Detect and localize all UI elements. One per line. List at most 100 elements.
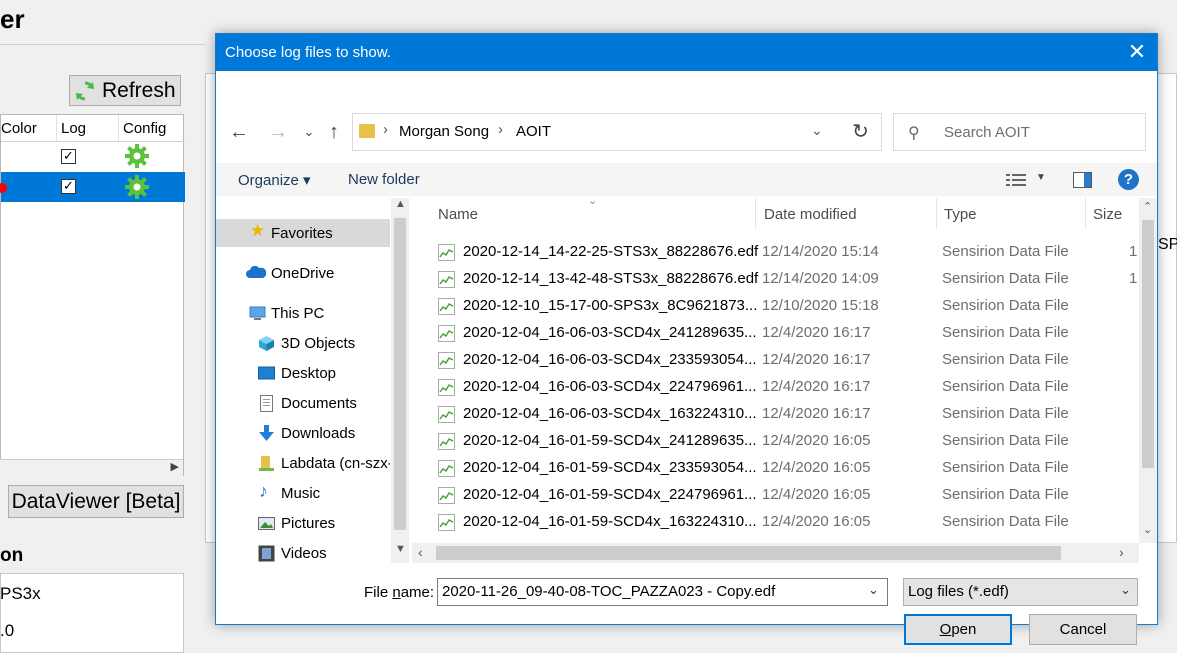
column-header-name[interactable]: Name xyxy=(438,206,478,223)
file-name: 2020-12-14_13-42-48-STS3x_88228676.edf xyxy=(463,270,759,287)
nav-item-onedrive[interactable]: OneDrive xyxy=(216,259,390,287)
scroll-right-icon[interactable]: ▶ xyxy=(171,460,179,473)
file-row[interactable]: 2020-12-04_16-06-03-SCD4x_224796961... 12… xyxy=(412,374,1139,401)
dialog-body: ← → ⌄ ↑ › Morgan Song › AOIT ⌄ ↻ ⚲ Searc… xyxy=(216,71,1157,645)
column-header-color[interactable]: Color xyxy=(1,115,57,142)
file-row[interactable]: 2020-12-04_16-01-59-SCD4x_163224310... 12… xyxy=(412,509,1139,536)
nav-item-downloads[interactable]: Downloads xyxy=(216,419,390,447)
nav-item-videos[interactable]: Videos xyxy=(216,539,390,563)
new-folder-button[interactable]: New folder xyxy=(348,171,420,188)
file-row[interactable]: 2020-12-14_14-22-25-STS3x_88228676.edf 12… xyxy=(412,239,1139,266)
refresh-button[interactable]: Refresh xyxy=(69,75,181,106)
view-list-icon[interactable] xyxy=(1006,172,1026,188)
scroll-up-icon[interactable]: ▲ xyxy=(395,198,406,210)
column-header-type[interactable]: Type xyxy=(944,206,977,223)
log-checkbox[interactable]: ✓ xyxy=(61,179,76,194)
scroll-down-icon[interactable]: ⌄ xyxy=(1143,523,1152,536)
up-arrow-icon[interactable]: ↑ xyxy=(321,119,347,145)
cancel-button[interactable]: Cancel xyxy=(1029,614,1137,645)
file-row[interactable]: 2020-12-04_16-06-03-SCD4x_163224310... 12… xyxy=(412,401,1139,428)
gear-icon[interactable] xyxy=(125,144,149,168)
data-file-icon xyxy=(438,433,455,450)
open-button[interactable]: Open xyxy=(904,614,1012,645)
help-icon[interactable]: ? xyxy=(1118,169,1139,190)
horizontal-scrollbar[interactable]: ▶ xyxy=(0,459,183,476)
star-icon: ★ xyxy=(250,221,266,240)
nav-item-labdata[interactable]: Labdata (cn-szx- xyxy=(216,449,390,477)
sort-chevron-icon: ⌄ xyxy=(588,198,598,207)
scroll-down-icon[interactable]: ▼ xyxy=(395,543,406,555)
back-arrow-icon[interactable]: ← xyxy=(226,119,252,145)
scroll-up-icon[interactable]: ⌃ xyxy=(1143,200,1152,213)
scroll-thumb[interactable] xyxy=(436,546,1061,560)
nav-item-this-pc[interactable]: This PC xyxy=(216,299,390,327)
data-file-icon xyxy=(438,514,455,531)
nav-item-pictures[interactable]: Pictures xyxy=(216,509,390,537)
breadcrumb-morgan-song[interactable]: Morgan Song xyxy=(399,123,489,140)
nav-item-3d-objects[interactable]: 3D Objects xyxy=(216,329,390,357)
panel-text-fragment: SPS xyxy=(1158,236,1177,253)
search-box[interactable]: ⚲ Search AOIT xyxy=(893,113,1146,151)
file-name-input[interactable]: 2020-11-26_09-40-08-TOC_PAZZA023 - Copy.… xyxy=(437,578,888,606)
gear-icon[interactable] xyxy=(125,175,149,199)
chevron-down-icon[interactable]: ⌄ xyxy=(868,582,879,598)
file-row[interactable]: 2020-12-04_16-01-59-SCD4x_233593054... 12… xyxy=(412,455,1139,482)
scroll-right-icon[interactable]: › xyxy=(1119,544,1124,560)
log-checkbox[interactable]: ✓ xyxy=(61,149,76,164)
file-row[interactable]: 2020-12-14_13-42-48-STS3x_88228676.edf 12… xyxy=(412,266,1139,293)
nav-item-music[interactable]: ♪ Music xyxy=(216,479,390,507)
table-row-selected[interactable]: ✓ xyxy=(0,172,185,202)
data-file-icon xyxy=(438,352,455,369)
forward-arrow-icon[interactable]: → xyxy=(265,119,291,145)
file-row[interactable]: 2020-12-04_16-06-03-SCD4x_241289635... 12… xyxy=(412,320,1139,347)
nav-item-label: Pictures xyxy=(281,515,336,532)
column-header-log[interactable]: Log xyxy=(61,115,119,142)
file-row[interactable]: 2020-12-04_16-01-59-SCD4x_241289635... 12… xyxy=(412,428,1139,455)
nav-scrollbar[interactable]: ▲ ▼ xyxy=(391,198,409,563)
cube-icon xyxy=(259,336,274,351)
file-name: 2020-12-04_16-06-03-SCD4x_241289635... xyxy=(463,324,757,341)
file-type: Sensirion Data File xyxy=(942,243,1069,260)
scroll-left-icon[interactable]: ‹ xyxy=(418,544,423,560)
file-type: Sensirion Data File xyxy=(942,459,1069,476)
address-bar[interactable]: › Morgan Song › AOIT ⌄ xyxy=(352,113,882,151)
scroll-thumb[interactable] xyxy=(394,218,406,530)
file-row[interactable]: 2020-12-04_16-01-59-SCD4x_224796961... 12… xyxy=(412,482,1139,509)
file-row[interactable]: 2020-12-04_16-06-03-SCD4x_233593054... 12… xyxy=(412,347,1139,374)
column-header-config[interactable]: Config xyxy=(123,115,185,142)
file-type-select[interactable]: Log files (*.edf) ⌄ xyxy=(903,578,1138,606)
refresh-address-icon[interactable]: ↻ xyxy=(840,113,882,151)
table-row[interactable]: ✓ xyxy=(1,142,185,172)
nav-item-favorites[interactable]: ★ Favorites xyxy=(216,219,390,247)
scroll-thumb[interactable] xyxy=(1142,220,1154,468)
refresh-label: Refresh xyxy=(102,78,176,102)
data-file-icon xyxy=(438,487,455,504)
file-type: Sensirion Data File xyxy=(942,513,1069,530)
nav-item-label: Documents xyxy=(281,395,357,412)
nav-item-label: Desktop xyxy=(281,365,337,382)
view-dropdown-icon[interactable]: ▼ xyxy=(1036,172,1046,183)
file-row[interactable]: 2020-12-10_15-17-00-SPS3x_8C9621873... 12… xyxy=(412,293,1139,320)
recent-locations-chevron-icon[interactable]: ⌄ xyxy=(296,119,322,145)
column-header-date-modified[interactable]: Date modified xyxy=(764,206,857,223)
nav-item-documents[interactable]: Documents xyxy=(216,389,390,417)
dataviewer-button[interactable]: DataViewer [Beta] xyxy=(8,485,184,518)
dialog-title-bar[interactable]: Choose log files to show. ✕ xyxy=(216,34,1157,71)
file-type: Sensirion Data File xyxy=(942,486,1069,503)
data-file-icon xyxy=(438,271,455,288)
file-list-vertical-scrollbar[interactable]: ⌃ ⌄ xyxy=(1139,198,1157,543)
search-placeholder: Search AOIT xyxy=(944,124,1030,141)
close-icon[interactable]: ✕ xyxy=(1122,37,1152,67)
organize-menu-button[interactable]: Organize ▾ xyxy=(238,171,311,189)
preview-pane-icon[interactable] xyxy=(1073,172,1092,188)
column-header-size[interactable]: Size xyxy=(1093,206,1122,223)
file-date: 12/4/2020 16:05 xyxy=(762,432,871,449)
color-swatch[interactable] xyxy=(0,183,7,193)
breadcrumb-aoit[interactable]: AOIT xyxy=(516,123,551,140)
file-name: 2020-12-04_16-06-03-SCD4x_233593054... xyxy=(463,351,757,368)
nav-item-desktop[interactable]: Desktop xyxy=(216,359,390,387)
chevron-down-icon[interactable]: ⌄ xyxy=(1120,582,1131,598)
file-name: 2020-12-04_16-01-59-SCD4x_241289635... xyxy=(463,432,757,449)
address-dropdown-icon[interactable]: ⌄ xyxy=(811,122,823,139)
file-list-horizontal-scrollbar[interactable]: ‹ › xyxy=(412,543,1139,563)
